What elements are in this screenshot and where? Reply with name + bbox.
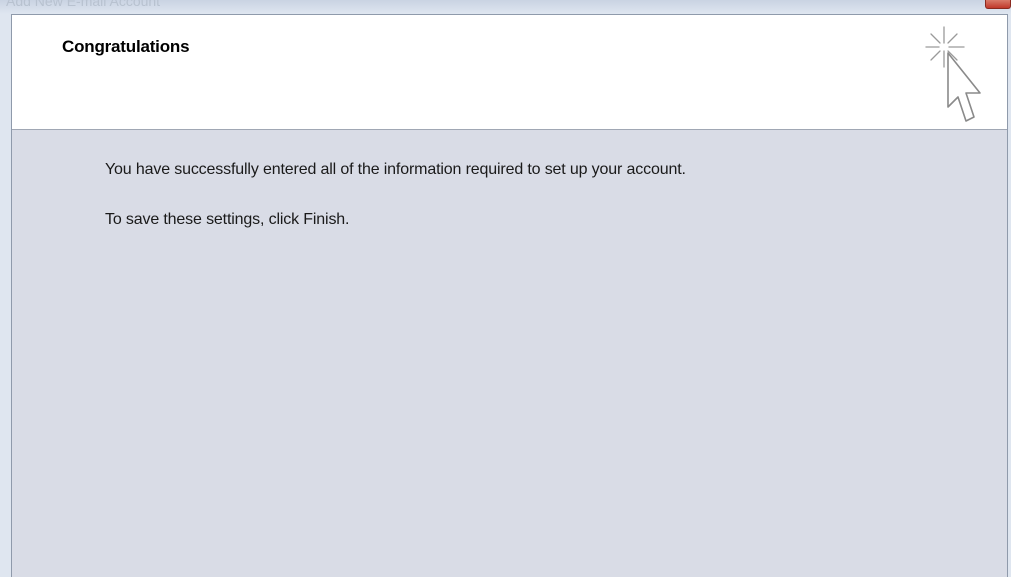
wizard-cursor-icon [925, 26, 981, 122]
window-frame-right [1007, 14, 1011, 577]
page-title: Congratulations [62, 37, 190, 56]
window-frame-left [0, 14, 12, 577]
title-bar[interactable]: Add New E-mail Account [0, 0, 1011, 14]
finish-instruction: To save these settings, click Finish. [105, 211, 350, 228]
wizard-header: Congratulations [12, 14, 1007, 130]
wizard-content: You have successfully entered all of the… [13, 130, 1007, 577]
close-button[interactable] [985, 0, 1011, 9]
success-message: You have successfully entered all of the… [105, 161, 686, 178]
setup-wizard-window: Add New E-mail Account Congratulations Y… [0, 0, 1011, 577]
window-title: Add New E-mail Account [6, 0, 161, 9]
